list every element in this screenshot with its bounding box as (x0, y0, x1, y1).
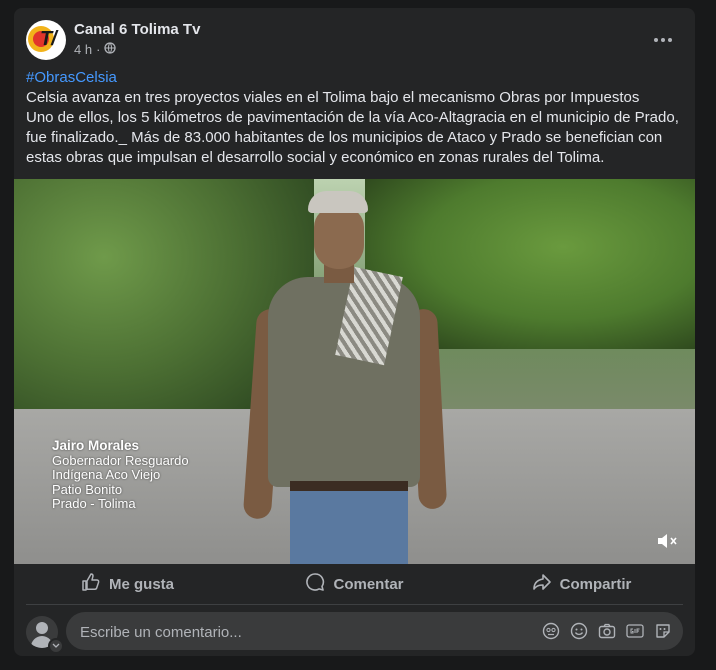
video-caption: Jairo Morales Gobernador Resguardo Indíg… (52, 438, 189, 512)
sticker-icon[interactable] (653, 621, 673, 641)
separator-dot: · (96, 42, 101, 57)
caption-line-3: Patio Bonito (52, 481, 123, 497)
page-name[interactable]: Canal 6 Tolima Tv (74, 21, 200, 38)
like-label: Me gusta (108, 575, 174, 593)
action-bar: Me gusta Comentar Compartir (14, 564, 695, 604)
post-line-4: estas obras que impulsan el desarrollo s… (26, 149, 605, 166)
thumbs-up-icon (81, 572, 101, 596)
share-label: Compartir (559, 575, 632, 593)
like-button[interactable]: Me gusta (14, 564, 241, 604)
post-meta: 4 h · (74, 42, 117, 57)
post-time[interactable]: 4 h (74, 42, 92, 57)
emoji-icon[interactable] (569, 621, 589, 641)
hashtag-link[interactable]: #ObrasCelsia (26, 68, 686, 88)
muted-speaker-icon[interactable] (655, 530, 681, 552)
post-header: T/ Canal 6 Tolima Tv 4 h · (26, 20, 683, 64)
logo-letters: T/ (40, 28, 57, 50)
comment-composer (26, 612, 683, 654)
comment-button[interactable]: Comentar (241, 564, 468, 604)
avatar-sticker-icon[interactable] (541, 621, 561, 641)
share-arrow-icon (532, 572, 552, 596)
share-button[interactable]: Compartir (468, 564, 695, 604)
cap (308, 191, 368, 213)
post-text: #ObrasCelsia Celsia avanza en tres proye… (26, 68, 686, 168)
chevron-down-icon[interactable] (48, 638, 64, 654)
more-options-icon[interactable] (647, 28, 679, 52)
divider (26, 604, 683, 605)
post-video[interactable]: Jairo Morales Gobernador Resguardo Indíg… (14, 179, 695, 564)
speech-bubble-icon (305, 572, 325, 596)
caption-line-1: Gobernador Resguardo (52, 452, 189, 468)
comment-tools (541, 621, 673, 641)
post-line-3: fue finalizado._ Más de 83.000 habitante… (26, 129, 663, 146)
avatar-head (36, 622, 48, 634)
post-card: T/ Canal 6 Tolima Tv 4 h · #ObrasCelsia … (14, 8, 695, 656)
camera-icon[interactable] (597, 621, 617, 641)
person-figure (242, 189, 448, 564)
comment-box (66, 612, 683, 652)
comment-label: Comentar (333, 575, 404, 593)
gif-icon[interactable] (625, 621, 645, 641)
jeans (290, 491, 408, 564)
comment-input[interactable] (78, 612, 522, 652)
page-avatar[interactable]: T/ (26, 20, 66, 60)
post-line-1: Celsia avanza en tres proyectos viales e… (26, 89, 640, 106)
caption-name: Jairo Morales (52, 438, 140, 453)
globe-icon (104, 42, 117, 57)
face (314, 207, 364, 269)
caption-line-4: Prado - Tolima (52, 496, 136, 511)
post-line-2: Uno de ellos, los 5 kilómetros de pavime… (26, 109, 679, 126)
caption-line-2: Indígena Aco Viejo (52, 467, 161, 482)
